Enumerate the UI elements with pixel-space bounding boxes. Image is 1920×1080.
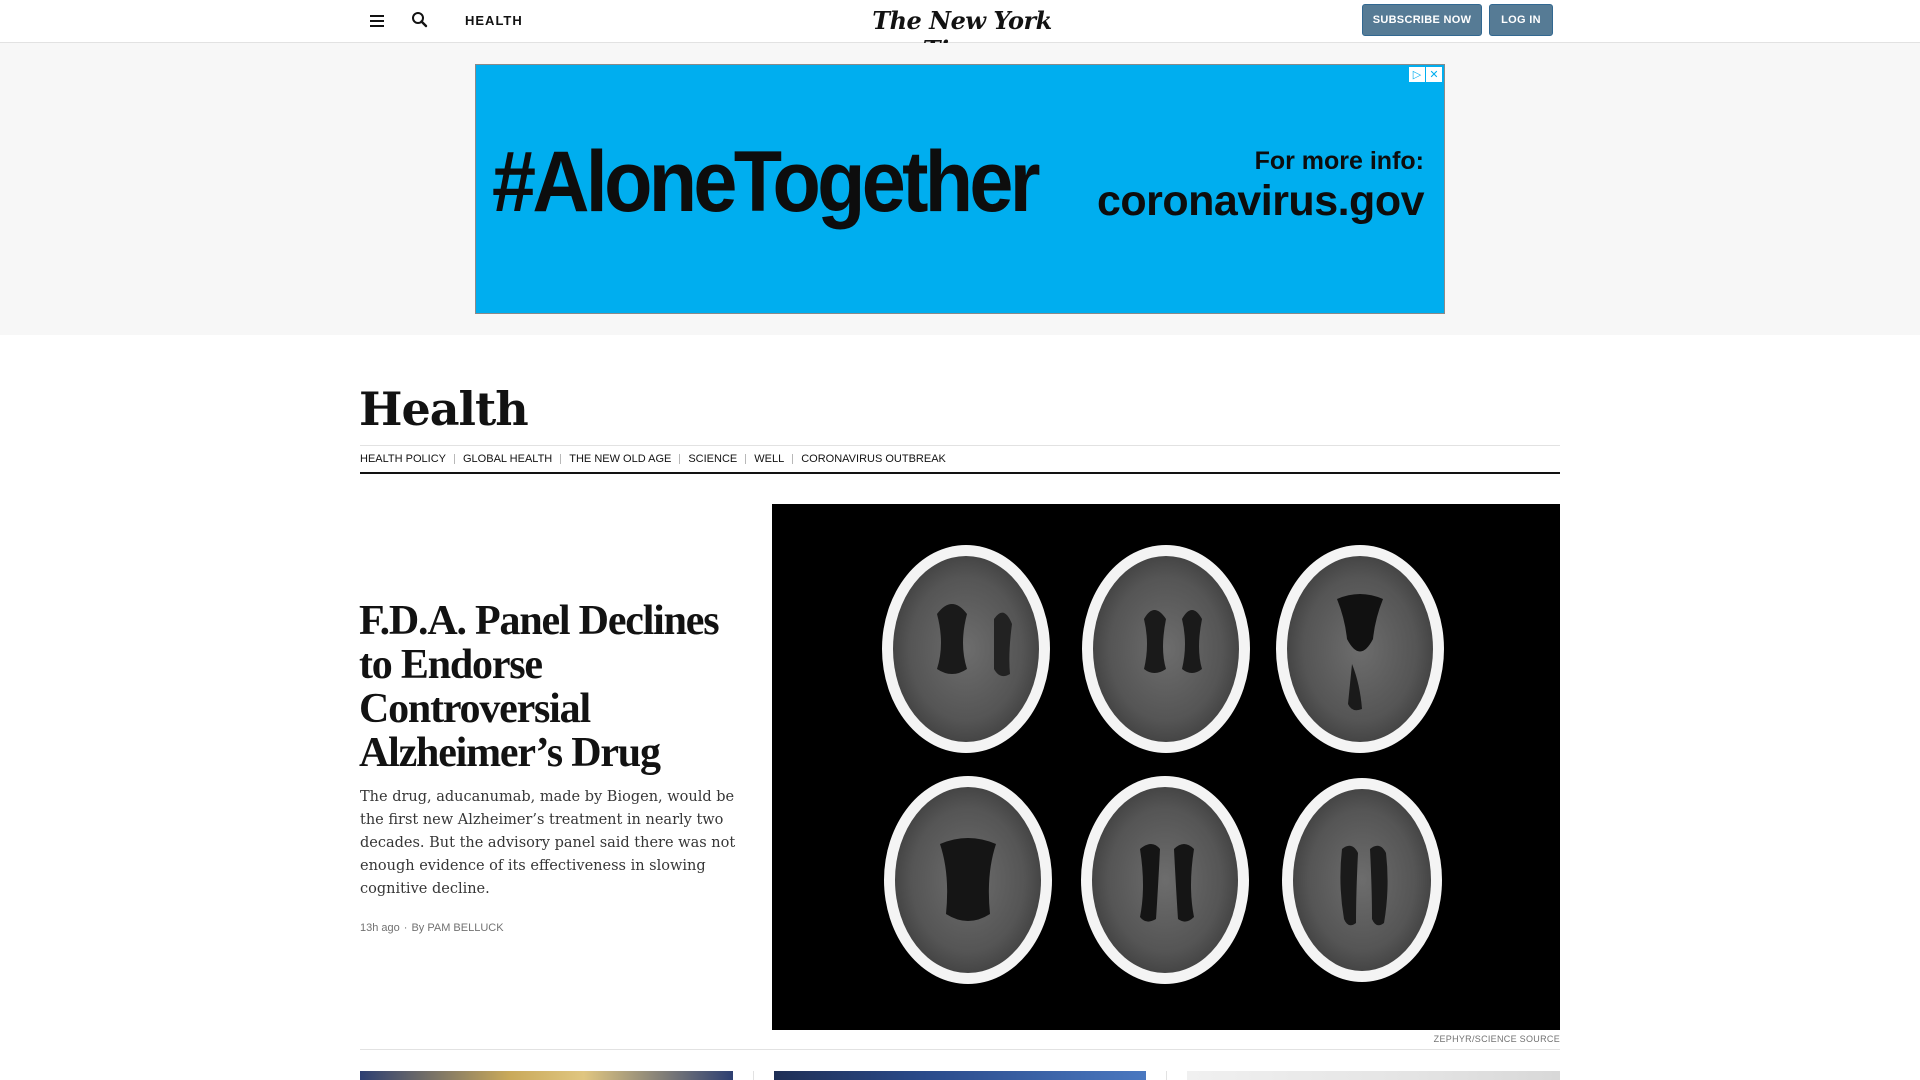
section-title: Health	[359, 382, 529, 436]
close-icon[interactable]: ✕	[1426, 67, 1442, 82]
subnav-science[interactable]: SCIENCE	[688, 453, 737, 465]
lead-summary: The drug, aducanumab, made by Biogen, wo…	[360, 789, 736, 897]
ad-info-url[interactable]: coronavirus.gov	[1097, 177, 1425, 226]
banner-ad[interactable]: #AloneTogether For more info: coronaviru…	[475, 64, 1445, 314]
brain-scan	[1082, 545, 1250, 753]
subnav-global-health[interactable]: GLOBAL HEALTH	[463, 453, 552, 465]
story-thumbnail[interactable]	[774, 1071, 1146, 1080]
story-thumbnail[interactable]	[1187, 1071, 1560, 1080]
lead-headline[interactable]: F.D.A. Panel Declines to Endorse Controv…	[359, 599, 739, 775]
divider	[792, 454, 794, 464]
lead-image-brain-scans[interactable]	[772, 504, 1560, 1030]
section-subnav: HEALTH POLICY GLOBAL HEALTH THE NEW OLD …	[360, 451, 946, 467]
brain-scan	[1282, 778, 1442, 982]
timestamp: 13h ago	[360, 922, 400, 934]
login-button[interactable]: LOG IN	[1489, 4, 1553, 36]
divider	[679, 454, 681, 464]
section-link-health[interactable]: HEALTH	[465, 13, 523, 28]
divider	[745, 454, 747, 464]
author: By PAM BELLUCK	[411, 922, 504, 934]
divider	[753, 1071, 754, 1080]
story-thumbnail[interactable]	[360, 1071, 733, 1080]
menu-icon[interactable]	[367, 11, 387, 31]
top-bar: HEALTH The New York Times SUBSCRIBE NOW …	[0, 0, 1920, 64]
divider	[360, 445, 1560, 446]
lead-byline: 13h ago · By PAM BELLUCK	[360, 922, 504, 934]
subnav-health-policy[interactable]: HEALTH POLICY	[360, 453, 446, 465]
subnav-well[interactable]: WELL	[754, 453, 784, 465]
byline-separator: ·	[403, 922, 408, 934]
divider	[1166, 1071, 1167, 1080]
adchoices-icon[interactable]: ▷	[1409, 67, 1425, 82]
brain-scan	[884, 776, 1052, 984]
brain-scan	[882, 545, 1050, 753]
image-credit: ZEPHYR/SCIENCE SOURCE	[1433, 1034, 1560, 1044]
brain-scan	[1276, 545, 1444, 753]
subscribe-button[interactable]: SUBSCRIBE NOW	[1362, 4, 1482, 36]
adchoices: ▷ ✕	[1409, 67, 1442, 82]
ad-hashtag: #AloneTogether	[492, 134, 1041, 230]
divider	[560, 454, 562, 464]
divider	[360, 1049, 1560, 1050]
divider	[360, 472, 1560, 474]
divider	[454, 454, 455, 464]
ad-info-label: For more info:	[1254, 147, 1424, 175]
search-icon[interactable]	[409, 9, 431, 31]
brain-scan	[1081, 776, 1249, 984]
subnav-new-old-age[interactable]: THE NEW OLD AGE	[569, 453, 671, 465]
subnav-coronavirus-outbreak[interactable]: CORONAVIRUS OUTBREAK	[801, 453, 946, 465]
